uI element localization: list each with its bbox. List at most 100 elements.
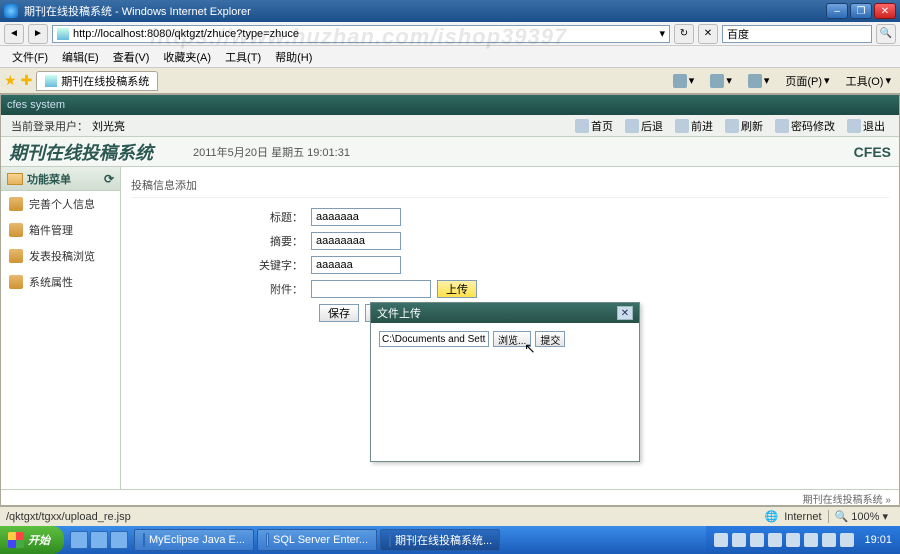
forward-button[interactable]: ►	[28, 24, 48, 44]
label-abstract: 摘要：	[131, 233, 311, 249]
input-abstract[interactable]	[311, 232, 401, 250]
tab-label: 期刊在线投稿系统	[61, 73, 149, 89]
ie-status-bar: /qktgxt/tgxx/upload_re.jsp 🌐 Internet 🔍 …	[0, 506, 900, 526]
upload-button[interactable]: 上传	[437, 280, 477, 298]
app-status-right: 期刊在线投稿系统 »	[803, 491, 891, 506]
close-button[interactable]: ✕	[874, 3, 896, 19]
favorites-icon[interactable]: ★	[4, 72, 17, 89]
sidebar: 功能菜单 ⟳ 完善个人信息 箱件管理 发表投稿浏览 系统属性	[1, 167, 121, 489]
quick-launch	[64, 531, 134, 549]
tray-icon[interactable]	[840, 533, 854, 547]
search-input[interactable]	[727, 28, 869, 40]
menu-help[interactable]: 帮助(H)	[269, 47, 318, 67]
tray-icon[interactable]	[786, 533, 800, 547]
tab-favicon	[45, 75, 57, 87]
sidebar-item-mailbox[interactable]: 箱件管理	[1, 217, 120, 243]
page-icon	[57, 28, 69, 40]
tray-icon[interactable]	[804, 533, 818, 547]
sidebar-item-profile[interactable]: 完善个人信息	[1, 191, 120, 217]
menu-favorites[interactable]: 收藏夹(A)	[157, 47, 217, 67]
task-sqlserver[interactable]: SQL Server Enter...	[257, 529, 377, 551]
dialog-browse-button[interactable]: 浏览...	[493, 331, 531, 347]
menu-tools[interactable]: 工具(T)	[219, 47, 267, 67]
menu-view[interactable]: 查看(V)	[107, 47, 156, 67]
sidebar-header: 功能菜单 ⟳	[1, 167, 120, 191]
folder-icon	[7, 173, 23, 185]
page-menu[interactable]: 页面(P) ▾	[780, 70, 834, 92]
clock[interactable]: 19:01	[858, 534, 892, 546]
search-box[interactable]	[722, 25, 872, 43]
address-bar[interactable]: ▾	[52, 25, 670, 43]
home-button[interactable]: ▾	[668, 71, 700, 91]
quick-launch-icon[interactable]	[110, 531, 128, 549]
label-keywords: 关键字：	[131, 257, 311, 273]
feeds-button[interactable]: ▾	[705, 71, 737, 91]
window-titlebar: 期刊在线投稿系统 - Windows Internet Explorer – ❐…	[0, 0, 900, 22]
quick-launch-icon[interactable]	[90, 531, 108, 549]
app-small-header: cfes system	[1, 95, 899, 115]
quick-launch-icon[interactable]	[70, 531, 88, 549]
stop-button[interactable]: ✕	[698, 24, 718, 44]
sidebar-item-published[interactable]: 发表投稿浏览	[1, 243, 120, 269]
tools-menu[interactable]: 工具(O) ▾	[841, 70, 896, 92]
tray-icon[interactable]	[732, 533, 746, 547]
url-input[interactable]	[73, 28, 659, 40]
sidebar-item-system[interactable]: 系统属性	[1, 269, 120, 295]
nav-back[interactable]: 后退	[621, 118, 667, 134]
user-bar: 当前登录用户： 刘光亮 首页 后退 前进 刷新 密码修改 退出	[1, 115, 899, 137]
windows-logo-icon	[8, 532, 24, 548]
dialog-title: 文件上传	[377, 305, 421, 321]
nav-refresh[interactable]: 刷新	[721, 118, 767, 134]
input-title[interactable]	[311, 208, 401, 226]
ie-icon	[4, 4, 18, 18]
upload-dialog: 文件上传 ✕ 浏览... 提交	[370, 302, 640, 462]
taskbar: 开始 MyEclipse Java E... SQL Server Enter.…	[0, 526, 900, 554]
user-name: 刘光亮	[92, 118, 125, 134]
menu-edit[interactable]: 编辑(E)	[56, 47, 105, 67]
dropdown-icon[interactable]: ▾	[659, 27, 665, 40]
task-ie[interactable]: 期刊在线投稿系统...	[380, 529, 500, 551]
security-zone: Internet	[784, 511, 821, 523]
save-button[interactable]: 保存	[319, 304, 359, 322]
print-button[interactable]: ▾	[743, 71, 775, 91]
date-text: 2011年5月20日 星期五 19:01:31	[153, 144, 854, 160]
nav-home[interactable]: 首页	[571, 118, 617, 134]
app-status-bar: 期刊在线投稿系统 »	[1, 489, 899, 507]
sidebar-refresh-icon[interactable]: ⟳	[104, 172, 114, 186]
globe-icon: 🌐	[765, 510, 779, 523]
browser-tab[interactable]: 期刊在线投稿系统	[36, 71, 158, 91]
task-myeclipse[interactable]: MyEclipse Java E...	[134, 529, 254, 551]
nav-logout[interactable]: 退出	[843, 118, 889, 134]
logo-row: 期刊在线投稿系统 2011年5月20日 星期五 19:01:31 CFES	[1, 137, 899, 167]
window-title: 期刊在线投稿系统 - Windows Internet Explorer	[24, 3, 824, 19]
tray-icon[interactable]	[750, 533, 764, 547]
nav-password[interactable]: 密码修改	[771, 118, 839, 134]
label-attachment: 附件：	[131, 281, 311, 297]
minimize-button[interactable]: –	[826, 3, 848, 19]
label-title: 标题：	[131, 209, 311, 225]
app-brand: 期刊在线投稿系统	[9, 139, 153, 165]
nav-forward[interactable]: 前进	[671, 118, 717, 134]
search-button[interactable]: 🔍	[876, 24, 896, 44]
zoom-level[interactable]: 🔍 100% ▾	[828, 510, 894, 523]
tray-icon[interactable]	[714, 533, 728, 547]
address-bar-row: ◄ ► ▾ ↻ ✕ 🔍	[0, 22, 900, 46]
app-small-title: cfes system	[7, 99, 65, 111]
menu-file[interactable]: 文件(F)	[6, 47, 54, 67]
sidebar-title: 功能菜单	[27, 171, 71, 187]
tab-toolbar: ★ ✚ 期刊在线投稿系统 ▾ ▾ ▾ 页面(P) ▾ 工具(O) ▾	[0, 68, 900, 94]
maximize-button[interactable]: ❐	[850, 3, 872, 19]
input-attachment[interactable]	[311, 280, 431, 298]
dialog-submit-button[interactable]: 提交	[535, 331, 565, 347]
dialog-close-button[interactable]: ✕	[617, 306, 633, 320]
dialog-file-input[interactable]	[379, 331, 489, 347]
input-keywords[interactable]	[311, 256, 401, 274]
tray-icon[interactable]	[822, 533, 836, 547]
start-button[interactable]: 开始	[0, 526, 64, 554]
tray-icon[interactable]	[768, 533, 782, 547]
dialog-header[interactable]: 文件上传 ✕	[371, 303, 639, 323]
back-button[interactable]: ◄	[4, 24, 24, 44]
status-url: /qktgxt/tgxx/upload_re.jsp	[6, 511, 131, 523]
add-favorite-icon[interactable]: ✚	[21, 72, 33, 89]
refresh-button[interactable]: ↻	[674, 24, 694, 44]
